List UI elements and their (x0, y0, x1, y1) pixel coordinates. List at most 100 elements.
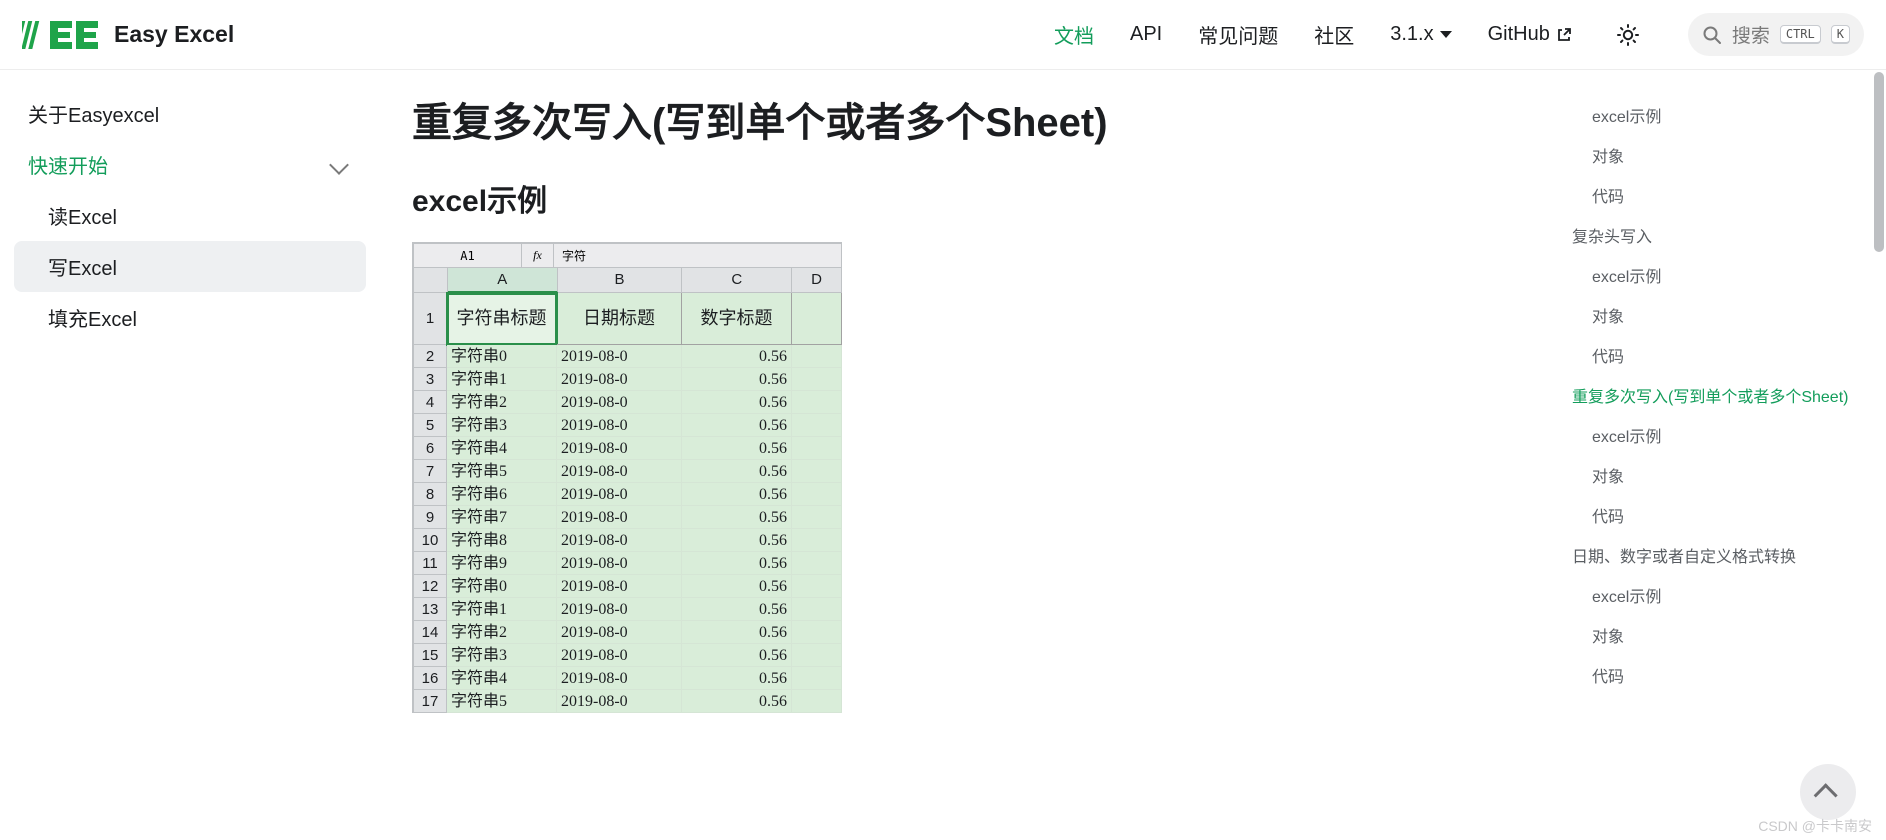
sidebar-item-about[interactable]: 关于Easyexcel (14, 88, 366, 139)
nav-api[interactable]: API (1130, 23, 1162, 46)
row-number: 5 (414, 414, 447, 437)
cell: 0.56 (682, 460, 792, 483)
header-cell: 数字标题 (682, 293, 792, 345)
cell: 字符串3 (447, 644, 557, 667)
header-row: 字符串标题 日期标题 数字标题 (447, 293, 842, 345)
cell: 字符串5 (447, 460, 557, 483)
scrollbar-thumb[interactable] (1874, 72, 1884, 252)
sidebar-item-label: 写Excel (48, 258, 117, 280)
cell (792, 621, 842, 644)
cell: 2019-08-0 (557, 391, 682, 414)
cell (792, 644, 842, 667)
row-number: 3 (414, 368, 447, 391)
toc-item[interactable]: excel示例 (1572, 98, 1862, 138)
toc-item[interactable]: 重复多次写入(写到单个或者多个Sheet) (1572, 378, 1862, 418)
formula-bar: A1 fx 字符 (414, 244, 842, 268)
row-number: 9 (414, 506, 447, 529)
toc-item[interactable]: 代码 (1572, 658, 1862, 698)
col-header-c: C (682, 268, 792, 293)
cell: 0.56 (682, 345, 792, 368)
kbd-k: K (1831, 25, 1850, 44)
caret-down-icon (1440, 31, 1452, 38)
cell: 字符串2 (447, 391, 557, 414)
toc-item[interactable]: 对象 (1572, 458, 1862, 498)
cell: 0.56 (682, 483, 792, 506)
search-input[interactable]: 搜索 CTRL K (1688, 13, 1864, 56)
cell: 2019-08-0 (557, 644, 682, 667)
toc-item[interactable]: 代码 (1572, 178, 1862, 218)
cell: 2019-08-0 (557, 368, 682, 391)
sidebar-item-write-excel[interactable]: 写Excel (14, 241, 366, 292)
toc-item[interactable]: 复杂头写入 (1572, 218, 1862, 258)
formula-value: 字符 (554, 244, 842, 267)
cell (792, 552, 842, 575)
cell (792, 483, 842, 506)
chevron-down-icon (329, 155, 349, 175)
cell: 字符串1 (447, 368, 557, 391)
header-cell: 字符串标题 (447, 293, 557, 345)
table-row: 字符串12019-08-00.56 (447, 598, 842, 621)
cell (792, 345, 842, 368)
sidebar-item-fill-excel[interactable]: 填充Excel (14, 292, 366, 343)
cell: 0.56 (682, 690, 792, 713)
cell: 0.56 (682, 529, 792, 552)
nav-faq[interactable]: 常见问题 (1198, 20, 1278, 49)
sun-icon (1616, 23, 1640, 47)
table-row: 字符串32019-08-00.56 (447, 414, 842, 437)
toc-item[interactable]: 代码 (1572, 498, 1862, 538)
table-row: 字符串32019-08-00.56 (447, 644, 842, 667)
table-row: 字符串42019-08-00.56 (447, 667, 842, 690)
cell: 2019-08-0 (557, 414, 682, 437)
scroll-to-top-button[interactable] (1800, 764, 1856, 820)
cell: 0.56 (682, 552, 792, 575)
sidebar-item-quickstart[interactable]: 快速开始 (14, 139, 366, 190)
toc-item[interactable]: 对象 (1572, 298, 1862, 338)
cell (792, 391, 842, 414)
table-row: 字符串52019-08-00.56 (447, 460, 842, 483)
cell: 字符串1 (447, 598, 557, 621)
table-row: 字符串82019-08-00.56 (447, 529, 842, 552)
table-row: 字符串92019-08-00.56 (447, 552, 842, 575)
toc-item[interactable]: 对象 (1572, 138, 1862, 178)
cell: 字符串4 (447, 667, 557, 690)
cell: 2019-08-0 (557, 575, 682, 598)
table-row: 字符串62019-08-00.56 (447, 483, 842, 506)
table-row: 字符串52019-08-00.56 (447, 690, 842, 713)
nav-github[interactable]: GitHub (1488, 23, 1572, 46)
row-number: 13 (414, 598, 447, 621)
toc-item[interactable]: 代码 (1572, 338, 1862, 378)
section-title: excel示例 (412, 176, 1526, 220)
cell (792, 460, 842, 483)
table-row: 字符串72019-08-00.56 (447, 506, 842, 529)
sidebar-left: 关于Easyexcel 快速开始 读Excel 写Excel 填充Excel (0, 70, 380, 840)
watermark: CSDN @卡卡南安 (1758, 816, 1872, 836)
cell: 0.56 (682, 621, 792, 644)
brand[interactable]: Easy Excel (22, 18, 234, 52)
toc-item[interactable]: excel示例 (1572, 418, 1862, 458)
page-title: 重复多次写入(写到单个或者多个Sheet) (412, 90, 1526, 148)
row-number: 17 (414, 690, 447, 713)
nav-community[interactable]: 社区 (1314, 20, 1354, 49)
row-number: 10 (414, 529, 447, 552)
cell (792, 598, 842, 621)
cell: 字符串4 (447, 437, 557, 460)
nav-docs[interactable]: 文档 (1054, 20, 1094, 49)
row-number: 4 (414, 391, 447, 414)
nav-version-dropdown[interactable]: 3.1.x (1390, 23, 1451, 46)
cell: 0.56 (682, 598, 792, 621)
toc-item[interactable]: 对象 (1572, 618, 1862, 658)
toc-item[interactable]: excel示例 (1572, 578, 1862, 618)
cell-reference: A1 (414, 244, 522, 267)
col-header-b: B (558, 268, 683, 293)
main-content: 重复多次写入(写到单个或者多个Sheet) excel示例 A1 fx 字符 A… (380, 70, 1556, 840)
toc-item[interactable]: excel示例 (1572, 258, 1862, 298)
header-cell (792, 293, 842, 345)
nav-version-label: 3.1.x (1390, 23, 1433, 46)
sidebar-item-read-excel[interactable]: 读Excel (14, 190, 366, 241)
cell: 0.56 (682, 368, 792, 391)
row-number: 1 (414, 293, 447, 345)
toc-item[interactable]: 日期、数字或者自定义格式转换 (1572, 538, 1862, 578)
brand-name: Easy Excel (114, 21, 234, 48)
theme-toggle-button[interactable] (1612, 19, 1644, 51)
cell (792, 667, 842, 690)
